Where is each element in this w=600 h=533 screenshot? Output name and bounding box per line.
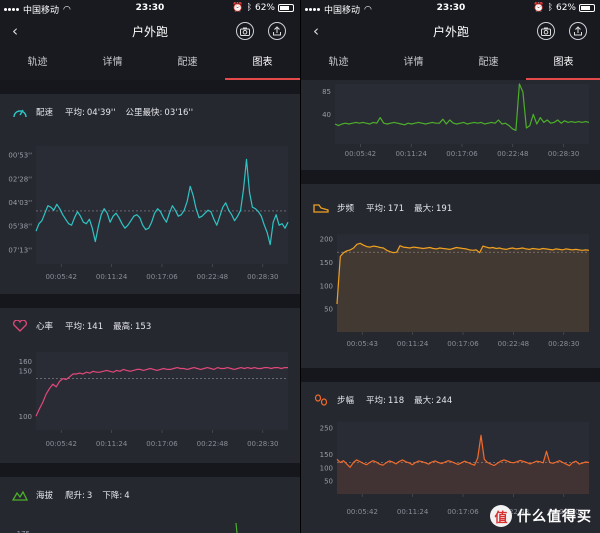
tab-track[interactable]: 轨迹 [0, 46, 75, 80]
altitude-card: 海拔 爬升:3 下降:4 175 [0, 477, 300, 533]
tab-pace[interactable]: 配速 [150, 46, 225, 80]
watermark-badge: 值 [490, 505, 512, 527]
battery-percent: 62% [555, 3, 576, 13]
y-tick-label: 00'53'' [8, 152, 32, 160]
x-tick-label: 00:22:48 [498, 340, 529, 348]
tab-details[interactable]: 详情 [75, 46, 150, 80]
share-icon[interactable] [268, 22, 286, 40]
page-title: 户外跑 [131, 25, 168, 39]
x-tick-label: 00:11:24 [96, 273, 128, 281]
watermark: 值 什么值得买 [490, 505, 592, 527]
nav-header: ‹ 户外跑 [301, 16, 600, 46]
x-tick-label: 00:11:24 [395, 150, 427, 158]
altitude-chart: 00:05:42 00:11:24 00:17:06 00:22:48 00:28:30… [322, 83, 590, 158]
series-area [337, 243, 589, 332]
x-tick-label: 00:17:06 [447, 508, 479, 516]
nav-header: ‹ 户外跑 [0, 16, 300, 46]
x-tick-label: 00:05:42 [345, 150, 376, 158]
cadence-chart: 200 150 100 50 00:05:43 00:11:24 00:17:06 00:22… [320, 234, 590, 348]
y-tick-label: 150 [320, 259, 333, 267]
altitude-chart-top: 175 [17, 522, 238, 533]
status-bar: 中国移动 ◠ 23:30 ⏰ ᛒ 62% [301, 0, 600, 16]
camera-icon[interactable] [236, 22, 254, 40]
battery-icon [579, 4, 595, 12]
divider [0, 294, 300, 308]
x-tick-label: 00:17:06 [146, 440, 178, 448]
y-tick-label: 40 [322, 111, 331, 119]
alarm-icon: ⏰ [232, 3, 244, 13]
tab-track[interactable]: 轨迹 [301, 46, 376, 80]
y-tick-label: 250 [320, 424, 333, 432]
tab-bar: 轨迹 详情 配速 图表 [0, 46, 300, 80]
series-line [235, 522, 238, 533]
status-bar: 中国移动 ◠ 23:30 ⏰ ᛒ 62% [0, 0, 300, 16]
y-tick-label: 04'03'' [8, 199, 32, 207]
x-tick-label: 00:28:30 [548, 340, 579, 348]
divider [301, 368, 600, 382]
y-tick-label: 150 [19, 367, 32, 375]
y-tick-label: 150 [320, 451, 333, 459]
y-tick-label: 07'13'' [8, 246, 32, 254]
x-tick-label: 00:22:48 [197, 273, 228, 281]
x-tick-label: 00:17:06 [447, 340, 479, 348]
alarm-icon: ⏰ [533, 3, 545, 13]
tab-charts[interactable]: 图表 [526, 46, 600, 80]
y-tick-label: 200 [320, 236, 333, 244]
heart-rate-chart: 160150 100 00:05:42 00:11:24 00:17:06 00:22:4… [19, 352, 289, 448]
x-tick-label: 00:11:24 [397, 508, 429, 516]
tab-details[interactable]: 详情 [376, 46, 451, 80]
pace-chart: 00'53'' 02'28'' 04'03'' 05'38'' 07'13'' 00:05… [8, 146, 289, 281]
tab-charts[interactable]: 图表 [225, 46, 300, 80]
share-icon[interactable] [569, 22, 587, 40]
camera-icon[interactable] [537, 22, 555, 40]
x-tick-label: 00:11:24 [397, 340, 429, 348]
altitude-card-continued: 00:05:42 00:11:24 00:17:06 00:22:48 00:28:30… [301, 80, 600, 170]
y-tick-label: 50 [324, 478, 333, 486]
y-tick-label: 02'28'' [8, 175, 32, 183]
x-tick-label: 00:22:48 [497, 150, 528, 158]
x-tick-label: 00:05:43 [346, 340, 377, 348]
cadence-card: 步频 平均: 171 最大: 191 200 150 100 50 00:05:43 00:1… [301, 184, 600, 368]
right-screen: 中国移动 ◠ 23:30 ⏰ ᛒ 62% ‹ 户外跑 轨迹 详情 配速 图表 00:0… [300, 0, 600, 533]
pace-card: 配速 平均: 04'39'' 公里最快: 03'16'' 00'53'' 02'28'… [0, 94, 300, 294]
y-tick-label: 100 [320, 464, 333, 472]
x-tick-label: 00:17:06 [446, 150, 478, 158]
y-tick-label: 100 [19, 413, 32, 421]
tab-pace[interactable]: 配速 [451, 46, 526, 80]
y-tick-label: 100 [320, 282, 333, 290]
y-tick-label: 85 [322, 88, 331, 96]
y-tick-label: 160 [19, 358, 32, 366]
x-tick-label: 00:28:30 [247, 440, 278, 448]
x-tick-label: 00:11:24 [96, 440, 128, 448]
x-tick-label: 00:22:48 [197, 440, 228, 448]
bluetooth-icon: ᛒ [246, 3, 252, 13]
plot-area [335, 84, 589, 144]
x-tick-label: 00:28:30 [247, 273, 278, 281]
x-tick-label: 00:05:42 [346, 508, 377, 516]
heart-rate-card: 心率 平均: 141 最高: 153 160 150 100 00:05:42 00:11:… [0, 308, 300, 463]
page-title: 户外跑 [432, 25, 469, 39]
bluetooth-icon: ᛒ [547, 3, 553, 13]
left-screen: 中国移动 ◠ 23:30 ⏰ ᛒ 62% ‹ 户外跑 轨迹 详情 配速 图表 配速 平… [0, 0, 300, 533]
y-tick-label: 05'38'' [8, 223, 32, 231]
divider [0, 463, 300, 477]
x-tick-label: 00:05:42 [45, 273, 76, 281]
x-tick-label: 00:17:06 [146, 273, 178, 281]
divider [301, 170, 600, 184]
battery-percent: 62% [254, 3, 275, 13]
divider [0, 80, 300, 94]
tab-bar: 轨迹 详情 配速 图表 [301, 46, 600, 80]
plot-area [36, 352, 288, 430]
y-tick-label: 50 [324, 306, 333, 314]
x-tick-label: 00:28:30 [548, 150, 579, 158]
battery-icon [278, 4, 294, 12]
watermark-text: 什么值得买 [517, 509, 592, 525]
x-tick-label: 00:05:42 [45, 440, 76, 448]
plot-area [36, 146, 288, 264]
